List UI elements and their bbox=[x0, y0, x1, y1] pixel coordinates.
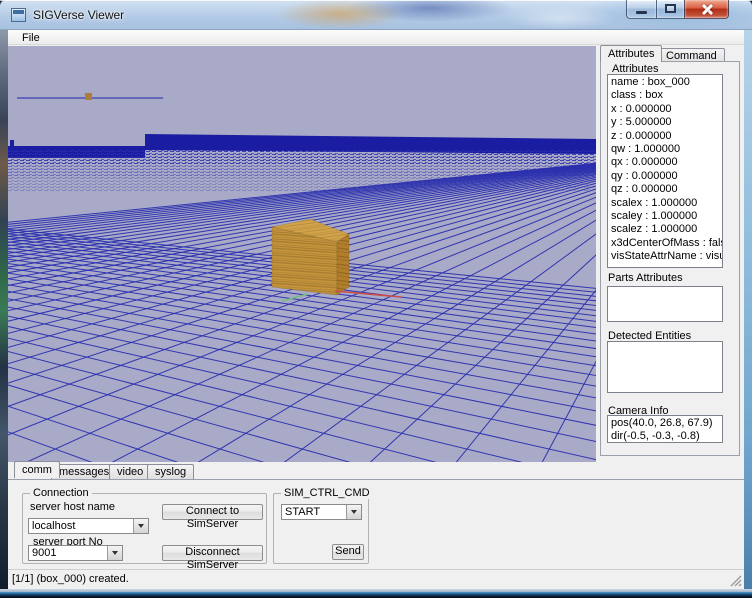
right-panel: Attributes Command Attributes name : box… bbox=[596, 46, 744, 462]
attribute-item[interactable]: qy : 0.000000 bbox=[608, 170, 722, 183]
close-icon bbox=[685, 0, 728, 18]
window-left-border bbox=[0, 30, 8, 592]
grid-moire-dense bbox=[8, 149, 596, 165]
camera-info-box: pos(40.0, 26.8, 67.9) dir(-0.5, -0.3, -0… bbox=[607, 415, 723, 443]
close-button[interactable] bbox=[684, 0, 729, 19]
attribute-item[interactable]: scalex : 1.000000 bbox=[608, 197, 722, 210]
viewport-3d[interactable] bbox=[8, 46, 596, 462]
box-right-face bbox=[337, 234, 349, 295]
distant-marker bbox=[85, 93, 92, 100]
server-host-value: localhost bbox=[32, 520, 131, 532]
minimize-icon bbox=[636, 11, 647, 14]
sim-ctrl-cmd-value: START bbox=[285, 506, 344, 518]
attribute-item[interactable]: name : box_000 bbox=[608, 76, 722, 89]
app-icon bbox=[11, 8, 26, 22]
server-port-value: 9001 bbox=[32, 547, 105, 559]
scene-canvas bbox=[8, 46, 596, 462]
minimize-button[interactable] bbox=[626, 0, 656, 19]
camera-pos: pos(40.0, 26.8, 67.9) bbox=[608, 417, 722, 430]
server-host-label: server host name bbox=[30, 501, 115, 513]
comm-tabpage: Connection server host name localhost se… bbox=[8, 479, 744, 569]
window-title: SIGVerse Viewer bbox=[33, 8, 124, 22]
sim-ctrl-dropdown-button[interactable] bbox=[346, 505, 361, 519]
chevron-down-icon bbox=[112, 551, 118, 558]
attribute-item[interactable]: class : box bbox=[608, 89, 722, 102]
send-button[interactable]: Send bbox=[332, 544, 364, 560]
attribute-item[interactable]: scaley : 1.000000 bbox=[608, 210, 722, 223]
tab-attributes[interactable]: Attributes bbox=[600, 45, 662, 62]
menu-bar: File bbox=[8, 30, 744, 45]
server-host-combobox[interactable]: localhost bbox=[28, 518, 149, 534]
title-bar[interactable]: SIGVerse Viewer bbox=[0, 0, 752, 30]
grid-moire-far bbox=[8, 178, 596, 192]
caption-buttons bbox=[626, 0, 729, 19]
resize-grip[interactable] bbox=[729, 574, 742, 587]
taskbar-sliver bbox=[0, 592, 752, 598]
attribute-item[interactable]: y : 5.000000 bbox=[608, 116, 722, 129]
attribute-item[interactable]: qz : 0.000000 bbox=[608, 183, 722, 196]
grid-moire-mid bbox=[8, 165, 596, 178]
sim-ctrl-group-label: SIM_CTRL_CMD bbox=[281, 487, 373, 499]
tab-syslog[interactable]: syslog bbox=[147, 464, 194, 480]
chevron-down-icon bbox=[351, 510, 357, 517]
bottom-panel: comm messages video syslog Connection se… bbox=[8, 462, 744, 569]
entity-box[interactable] bbox=[272, 219, 349, 295]
attribute-item[interactable]: qx : 0.000000 bbox=[608, 156, 722, 169]
status-bar: [1/1] (box_000) created. bbox=[8, 569, 744, 589]
attribute-item[interactable]: qw : 1.000000 bbox=[608, 143, 722, 156]
sim-ctrl-cmd-combobox[interactable]: START bbox=[281, 504, 362, 520]
menu-file[interactable]: File bbox=[16, 31, 46, 45]
tab-video[interactable]: video bbox=[109, 464, 151, 480]
attributes-listbox[interactable]: name : box_000 class : box x : 0.000000 … bbox=[607, 74, 723, 268]
window-right-border bbox=[744, 30, 752, 592]
attribute-item[interactable]: x3dCenterOfMass : false bbox=[608, 237, 722, 250]
maximize-button[interactable] bbox=[656, 0, 684, 19]
attribute-item[interactable]: visStateAttrName : visual bbox=[608, 250, 722, 263]
chevron-down-icon bbox=[138, 524, 144, 531]
client-area: Attributes Command Attributes name : box… bbox=[8, 45, 744, 589]
detected-entities-listbox[interactable] bbox=[607, 341, 723, 393]
attribute-item[interactable]: z : 0.000000 bbox=[608, 130, 722, 143]
server-port-dropdown-button[interactable] bbox=[107, 546, 122, 560]
attribute-item[interactable]: x : 0.000000 bbox=[608, 103, 722, 116]
camera-dir: dir(-0.5, -0.3, -0.8) bbox=[608, 430, 722, 443]
tab-messages[interactable]: messages bbox=[51, 464, 117, 480]
connect-button[interactable]: Connect to SimServer bbox=[162, 504, 263, 520]
connection-group-label: Connection bbox=[30, 487, 92, 499]
attribute-item[interactable]: scalez : 1.000000 bbox=[608, 223, 722, 236]
server-port-combobox[interactable]: 9001 bbox=[28, 545, 123, 561]
server-host-dropdown-button[interactable] bbox=[133, 519, 148, 533]
maximize-icon bbox=[665, 4, 676, 13]
disconnect-button[interactable]: Disconnect SimServer bbox=[162, 545, 263, 561]
tab-comm[interactable]: comm bbox=[14, 461, 60, 478]
parts-attributes-listbox[interactable] bbox=[607, 286, 723, 322]
parts-attributes-label: Parts Attributes bbox=[608, 272, 683, 284]
desktop: SIGVerse Viewer File bbox=[0, 0, 752, 598]
status-message: [1/1] (box_000) created. bbox=[12, 573, 129, 585]
